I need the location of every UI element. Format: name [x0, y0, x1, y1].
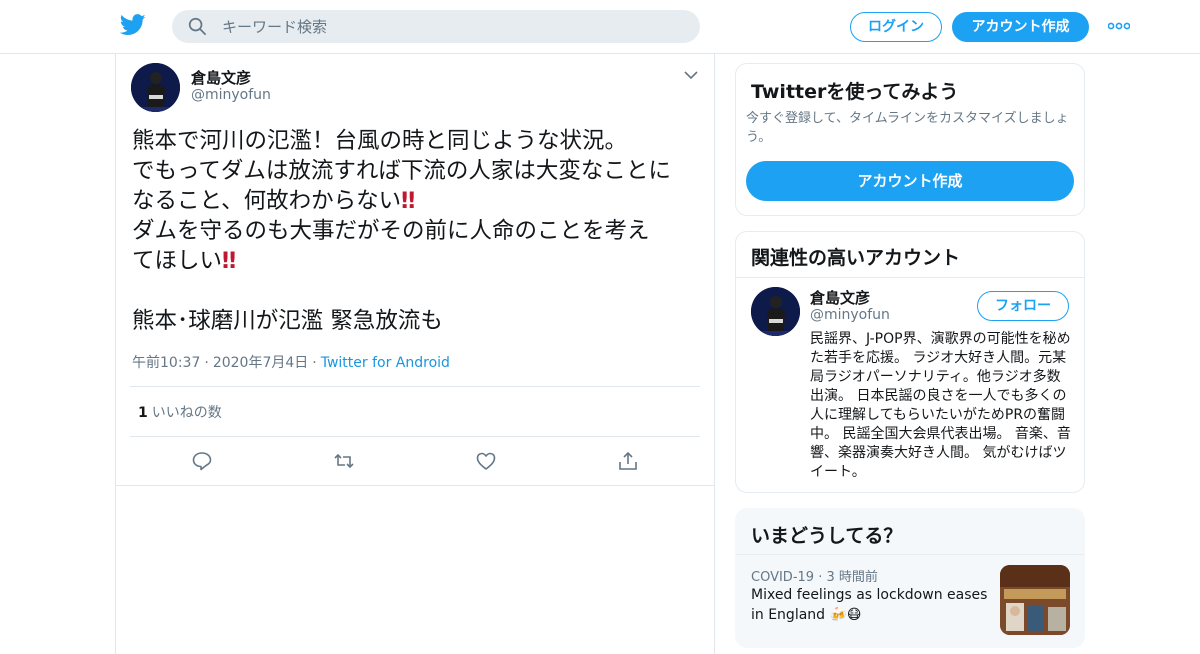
retweet-icon[interactable]: [333, 450, 355, 472]
tweet-line: ダムを守るのも大事だがその前に人命のことを考え: [132, 218, 650, 244]
tweet-line: 熊本で河川の氾濫！台風の時と同じような状況。: [132, 128, 628, 154]
trends-card: いまどうしてる？ COVID-19 · 3 時間前 Mixed feelings…: [735, 508, 1085, 648]
related-account-handle[interactable]: @minyofun: [810, 307, 890, 323]
search-input[interactable]: [222, 10, 682, 43]
author-name[interactable]: 倉島文彦: [191, 67, 251, 88]
trend-category: COVID-19: [751, 570, 815, 585]
login-button[interactable]: ログイン: [850, 12, 942, 42]
chevron-down-icon[interactable]: [683, 69, 699, 81]
divider: [736, 554, 1084, 555]
twitter-logo-icon[interactable]: [120, 14, 146, 36]
likes-number: 1: [138, 405, 148, 421]
signup-card-title: Twitterを使ってみよう: [751, 81, 959, 103]
tweet-line: てほしい: [132, 248, 223, 274]
avatar-image: [131, 63, 180, 112]
tweet-date[interactable]: 2020年7月4日: [213, 355, 308, 371]
avatar-image: [751, 287, 800, 336]
tweet-metadata: 午前10:37 · 2020年7月4日 · Twitter for Android: [132, 352, 450, 372]
tweet-line: でもってダムは放流すれば下流の人家は大変なことに: [132, 158, 671, 184]
tweet-source-link[interactable]: Twitter for Android: [321, 355, 450, 371]
tweet-time[interactable]: 午前10:37: [132, 355, 200, 371]
signup-card-button[interactable]: アカウント作成: [746, 161, 1074, 201]
pub-interior-image: [1000, 565, 1070, 635]
divider: [130, 386, 700, 387]
follow-button[interactable]: フォロー: [977, 291, 1069, 321]
reply-icon[interactable]: [191, 450, 213, 472]
trend-time: 3 時間前: [826, 570, 878, 585]
like-heart-icon[interactable]: [475, 450, 497, 472]
divider: [736, 277, 1084, 278]
related-account-bio: 民謡界、J-POP界、演歌界の可能性を秘めた若手を応援。 ラジオ大好き人間。元某…: [810, 331, 1071, 480]
more-options-icon[interactable]: [1108, 22, 1130, 30]
tweet-line: 熊本･球磨川が氾濫 緊急放流も: [132, 308, 443, 334]
signup-card-subtitle: 今すぐ登録して、タイムラインをカスタマイズしましょう。: [746, 111, 1069, 145]
trends-title: いまどうしてる？: [751, 525, 903, 547]
author-avatar[interactable]: [131, 63, 180, 112]
tweet-text: 熊本で河川の氾濫！台風の時と同じような状況。 でもってダムは放流すれば下流の人家…: [132, 126, 712, 336]
double-exclamation-emoji: ‼: [401, 188, 415, 214]
related-account-avatar[interactable]: [751, 287, 800, 336]
likes-count[interactable]: 1 いいねの数: [138, 402, 222, 422]
related-accounts-card: 関連性の高いアカウント 倉島文彦 @minyofun フォロー 民謡界、J-PO…: [735, 231, 1085, 493]
related-accounts-title: 関連性の高いアカウント: [751, 247, 961, 269]
related-account-name[interactable]: 倉島文彦: [810, 287, 870, 308]
search-bar[interactable]: [172, 10, 700, 43]
tweet-line: なること、何故わからない: [132, 188, 402, 214]
signup-button[interactable]: アカウント作成: [952, 12, 1089, 42]
author-handle[interactable]: @minyofun: [191, 87, 271, 103]
double-exclamation-emoji: ‼: [222, 248, 236, 274]
search-icon: [188, 17, 206, 35]
signup-card: Twitterを使ってみよう 今すぐ登録して、タイムラインをカスタマイズしましょ…: [735, 63, 1085, 216]
divider: [130, 436, 700, 437]
trend-thumbnail-image[interactable]: [1000, 565, 1070, 635]
separator: ·: [312, 355, 317, 371]
tweet-detail: 倉島文彦 @minyofun 熊本で河川の氾濫！台風の時と同じような状況。 でも…: [115, 54, 715, 654]
trend-metadata: COVID-19 · 3 時間前: [751, 570, 878, 585]
likes-label: いいねの数: [151, 405, 222, 421]
share-icon[interactable]: [617, 450, 639, 472]
top-navigation-bar: ログイン アカウント作成: [0, 0, 1200, 54]
trend-headline[interactable]: Mixed feelings as lockdown eases in Engl…: [751, 585, 991, 625]
divider: [116, 485, 714, 486]
separator: ·: [204, 355, 209, 371]
